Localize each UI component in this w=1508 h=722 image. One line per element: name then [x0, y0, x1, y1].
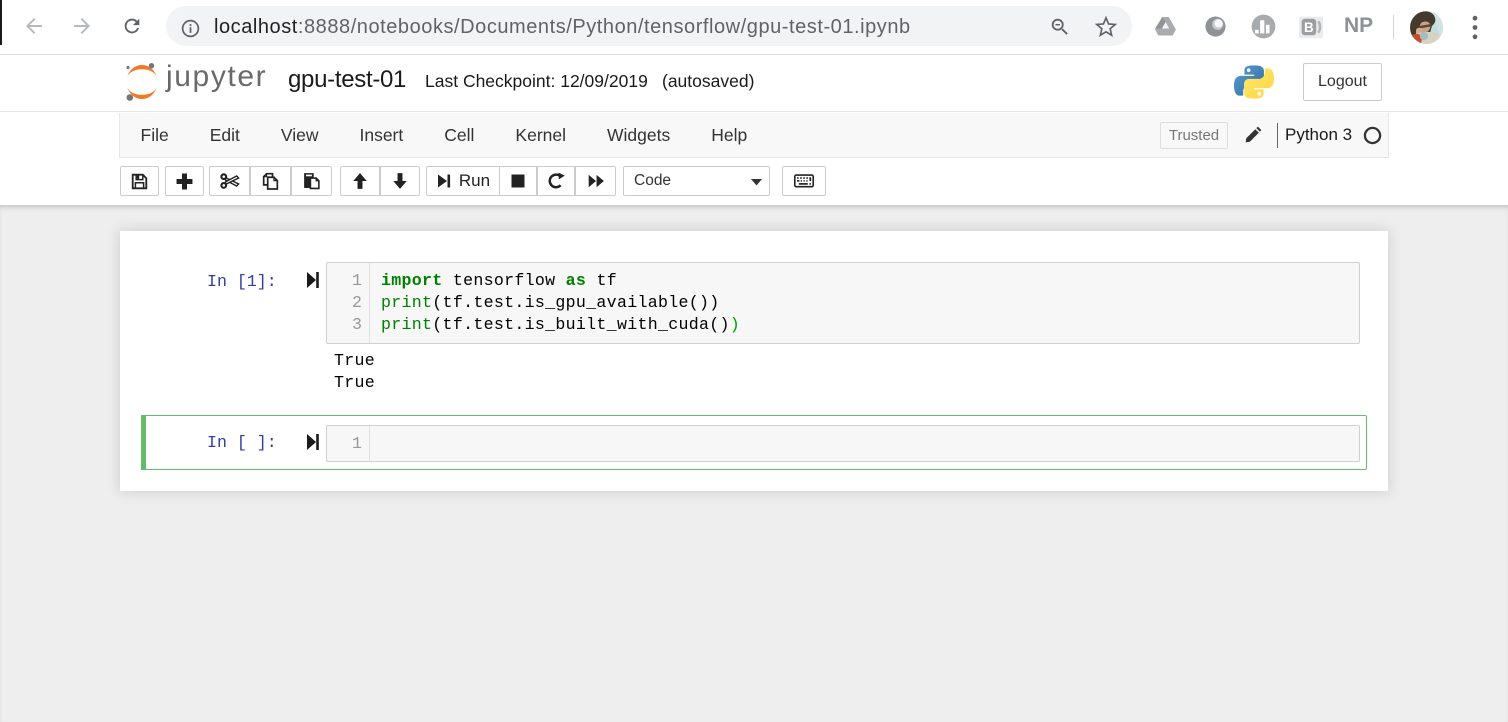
svg-text:B: B	[1304, 20, 1314, 35]
